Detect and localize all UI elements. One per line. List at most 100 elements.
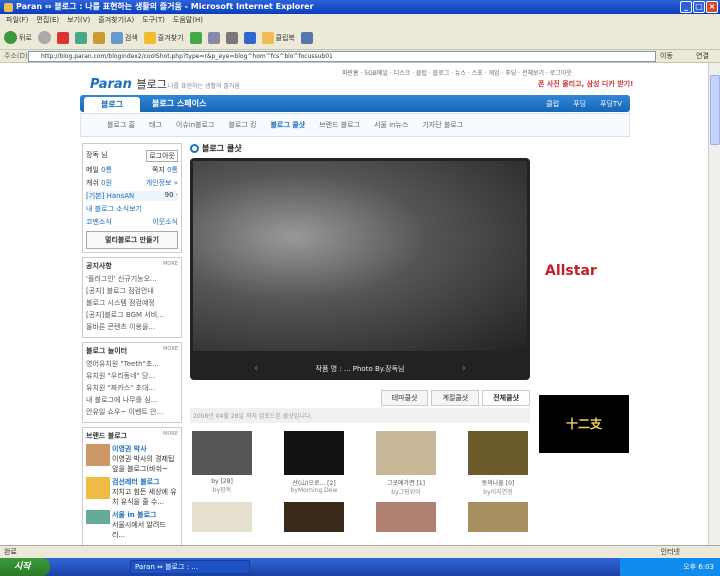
notice-item[interactable]: 올바른 콘텐츠 이용을... <box>86 322 178 332</box>
address-input[interactable]: http://blog.paran.com/blogindex2/coolSho… <box>28 50 656 62</box>
mail-icon[interactable] <box>207 31 220 44</box>
mail-link[interactable]: 메일 0통 <box>86 165 112 175</box>
link-pudding[interactable]: 푸딩 <box>573 99 586 109</box>
clipbook-button[interactable]: 클립북 <box>261 29 295 47</box>
search-button[interactable]: 검색 <box>110 29 138 47</box>
menu-help[interactable]: 도움말(H) <box>173 14 203 26</box>
link-club[interactable]: 클럽 <box>546 99 559 109</box>
thumb-image <box>468 502 528 532</box>
brand-avatar <box>86 477 110 499</box>
thumb-item[interactable]: 산(山)으로... [2] byMorning Dew <box>282 431 346 496</box>
multi-blog-button[interactable]: 멀티블로그 만들기 <box>86 231 178 249</box>
maximize-button[interactable]: □ <box>693 1 705 13</box>
playground-item[interactable]: 유치원 "우리동네" 당... <box>86 371 178 381</box>
playground-box: 블로그 놀이터 MORE 영어유치원 "Teeth"초... 유치원 "우리동네"… <box>82 342 182 423</box>
subnav-home[interactable]: 블로그 홈 <box>107 120 135 130</box>
brand-item[interactable]: 이영권 박사 이영권 박사의 경제팁 앞을 블로그(바쉬~ <box>86 444 178 474</box>
notice-item[interactable]: 블로그 시스템 점검예정 <box>86 298 178 308</box>
tab-blog-space[interactable]: 블로그 스페이스 <box>152 98 206 109</box>
brand-more[interactable]: MORE <box>163 431 178 441</box>
thumb-image <box>376 502 436 532</box>
cash-link[interactable]: 캐쉬 0원 <box>86 178 112 188</box>
thumb-item[interactable] <box>282 502 346 532</box>
stop-icon[interactable] <box>56 31 69 44</box>
subnav-issue[interactable]: 이슈in블로그 <box>176 120 215 130</box>
thumb-image <box>284 431 344 475</box>
search-icon <box>110 31 123 44</box>
brand-item[interactable]: 서울 in 블로그 서울시에서 알려드리... <box>86 510 178 540</box>
thumb-item[interactable]: 그곳에가면 [1] by그림위이 <box>374 431 438 496</box>
notice-item[interactable]: '플러그인' 신규기능오... <box>86 274 178 284</box>
notice-item[interactable]: [공지]블로그 BGM 서비... <box>86 310 178 320</box>
twelve-zodiac-ad[interactable]: 十二支 <box>539 395 629 453</box>
note-link[interactable]: 쪽지 0통 <box>152 165 178 175</box>
tab-blog[interactable]: 블로그 <box>84 97 140 112</box>
research-icon[interactable] <box>300 31 313 44</box>
menu-edit[interactable]: 편집(E) <box>36 14 59 26</box>
basic-blog-link[interactable]: [기본] HansAN <box>86 191 134 201</box>
my-blog-news-link[interactable]: 내 블로그 소식보기 <box>86 204 142 214</box>
menu-favorites[interactable]: 즐겨찾기(A) <box>98 14 134 26</box>
brand-item[interactable]: 검선레터 블로그 지치고 힘든 세상에 유치 유식을 줄 수... <box>86 477 178 507</box>
menu-file[interactable]: 파일(F) <box>6 14 28 26</box>
thumb-item[interactable] <box>374 502 438 532</box>
personal-info-link[interactable]: 개인정보 » <box>146 178 178 188</box>
promo-link[interactable]: 폰 사진 올리고, 삼성 디카 받기! <box>538 79 633 89</box>
forward-button[interactable] <box>37 29 51 47</box>
subnav-tag[interactable]: 태그 <box>149 120 162 130</box>
top-navigation[interactable]: 파란홈 · 5GB메일 · 디스크 · 클럽 · 블로그 · 뉴스 · 스포 ·… <box>342 68 572 77</box>
subnav-seoul[interactable]: 서울 in뉴스 <box>374 120 408 130</box>
allstar-ad[interactable]: Allstar <box>545 263 597 279</box>
back-arrow-icon <box>4 31 17 44</box>
playground-more[interactable]: MORE <box>163 346 178 356</box>
thumb-item[interactable]: 동의나물 [0] by이지연정 <box>466 431 530 496</box>
subnav-brand[interactable]: 브랜드 블로그 <box>319 120 360 130</box>
edit-icon[interactable] <box>243 31 256 44</box>
thumb-image <box>192 431 252 475</box>
status-bar: 완료 인터넷 <box>0 545 720 558</box>
menu-bar: 파일(F) 편집(E) 보기(V) 즐겨찾기(A) 도구(T) 도움말(H) <box>0 14 720 26</box>
ie-icon <box>4 2 13 12</box>
photo-image <box>193 161 527 351</box>
playground-item[interactable]: 안유일 쇼우~ 이벤트 안... <box>86 407 178 417</box>
history-icon[interactable] <box>189 31 202 44</box>
home-icon[interactable] <box>92 31 105 44</box>
thumb-item[interactable]: by [28] by장독 <box>190 431 254 496</box>
subnav-reporter[interactable]: 기자단 블로그 <box>422 120 463 130</box>
scrollbar-thumb[interactable] <box>710 75 720 145</box>
minimize-button[interactable]: _ <box>680 1 692 13</box>
subnav-coolshot[interactable]: 블로그 쿨샷 <box>270 120 305 130</box>
start-button[interactable]: 시작 <box>0 558 50 576</box>
menu-view[interactable]: 보기(V) <box>67 14 90 26</box>
thumb-item[interactable] <box>190 502 254 532</box>
window-title: Paran ⇔ 블로그 : 나를 표현하는 생활의 즐거움 - Microsof… <box>16 2 314 11</box>
links-label[interactable]: 연결 <box>696 51 720 61</box>
menu-tools[interactable]: 도구(T) <box>142 14 165 26</box>
tab-all[interactable]: 전체쿨샷 <box>482 390 530 406</box>
favorites-button[interactable]: 즐겨찾기 <box>143 29 184 47</box>
thumb-item[interactable] <box>466 502 530 532</box>
link-pudding-tv[interactable]: 푸딩TV <box>600 99 622 109</box>
back-button[interactable]: 뒤로 <box>4 29 32 47</box>
tab-theme[interactable]: 테마쿨샷 <box>380 390 429 406</box>
featured-photo[interactable]: ‹ 작품 명 : ... Photo By.장독님 › <box>190 158 530 380</box>
comments-link[interactable]: 코멘소식 <box>86 217 112 227</box>
playground-item[interactable]: 유치원 "짜카스" 초대... <box>86 383 178 393</box>
paran-logo[interactable]: Paran 블로그 <box>90 76 167 92</box>
refresh-icon[interactable] <box>74 31 87 44</box>
next-arrow-icon[interactable]: › <box>462 363 466 374</box>
vertical-scrollbar[interactable] <box>708 63 720 545</box>
notice-item[interactable]: [공지] 블로그 점검안내 <box>86 286 178 296</box>
print-icon[interactable] <box>225 31 238 44</box>
service-links: 클럽 푸딩 푸딩TV <box>546 99 622 109</box>
taskbar-item[interactable]: Paran ⇔ 블로그 : ... <box>130 560 250 574</box>
notice-more[interactable]: MORE <box>163 261 178 271</box>
playground-item[interactable]: 영어유치원 "Teeth"초... <box>86 359 178 369</box>
tab-season[interactable]: 계절쿨샷 <box>431 390 480 406</box>
go-button[interactable]: 이동 <box>656 51 696 61</box>
neighbors-link[interactable]: 이웃소식 <box>152 217 178 227</box>
subnav-king[interactable]: 블로그 킹 <box>228 120 256 130</box>
close-button[interactable]: × <box>706 1 718 13</box>
playground-item[interactable]: 내 블로그에 나무를 심... <box>86 395 178 405</box>
logout-button[interactable]: 로그아웃 <box>146 150 178 162</box>
